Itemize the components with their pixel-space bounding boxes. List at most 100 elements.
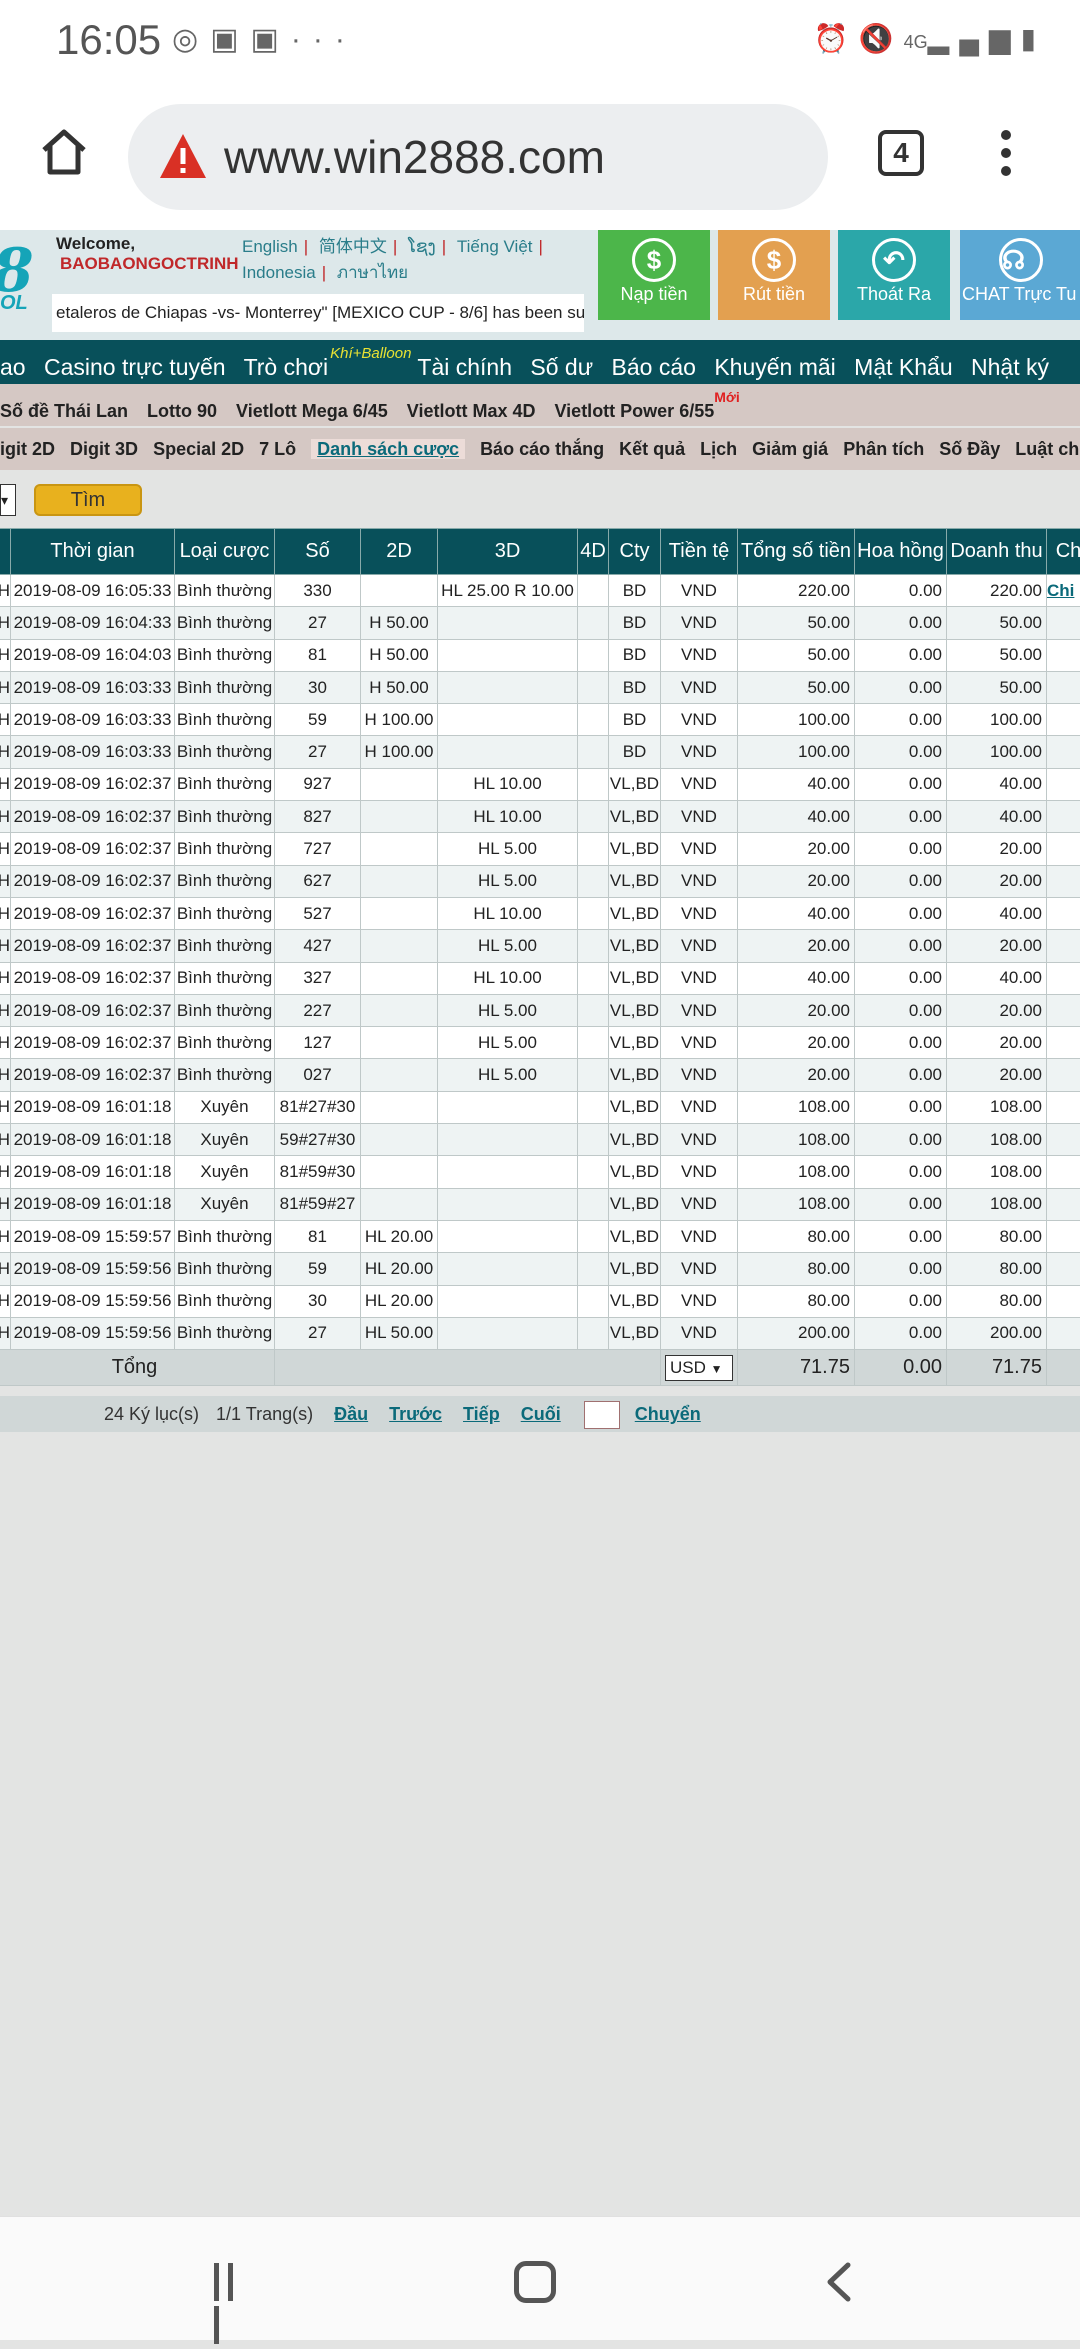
subnav-discount[interactable]: Giảm giá [752,439,828,459]
home-nav-icon[interactable] [514,2261,556,2303]
subnav-lotto-90[interactable]: Lotto 90 [147,401,217,421]
last-page-link[interactable]: Cuối [521,1404,561,1424]
subnav-win-report[interactable]: Báo cáo thắng [480,439,604,459]
back-arrow-icon: ↶ [872,238,916,282]
deposit-button[interactable]: $ Nạp tiền [598,230,710,320]
logout-button[interactable]: ↶ Thoát Ra [838,230,950,320]
language-links: English| 简体中文| ໂຊງ| Tiếng Việt| Indonesi… [242,234,582,286]
nav-item-password[interactable]: Mật Khẩu [854,354,952,380]
table-row: H2019-08-09 16:03:33Bình thường59H 100.0… [0,704,1080,736]
col-detail-cell [1047,607,1080,639]
col-3d-cell: HL 5.00 [438,833,578,865]
col-company-cell: VL,BD [609,1091,661,1123]
search-button[interactable]: Tìm [34,484,142,516]
nav-item-balance[interactable]: Số dư [530,354,593,380]
lottery-type-nav: Số đề Thái Lan Lotto 90 Vietlott Mega 6/… [0,384,1080,426]
nav-item-partial[interactable]: ao [0,354,26,380]
subnav-special-2d[interactable]: Special 2D [153,439,244,459]
col-4d-cell [578,1091,609,1123]
subnav-analysis[interactable]: Phân tích [843,439,924,459]
currency-select[interactable]: USD ▼ [665,1355,733,1381]
subnav-bet-list[interactable]: Danh sách cược [311,439,465,459]
subnav-7-lo[interactable]: 7 Lô [259,439,296,459]
subnav-power-655[interactable]: Vietlott Power 6/55 [555,401,715,421]
col-currency-cell: VND [661,801,738,833]
page-number-input[interactable] [584,1401,620,1429]
col-3d-cell [438,1156,578,1188]
col-time-cell: 2019-08-09 16:02:37 [11,994,175,1026]
col-3d-cell [438,1124,578,1156]
total-row: TổngUSD ▼71.750.0071.75 [0,1350,1080,1386]
col-commission-header: Hoa hồng [855,529,947,575]
new-badge: Mới [714,389,740,405]
subnav-full-numbers[interactable]: Số Đầy [939,439,1000,459]
lang-indonesia[interactable]: Indonesia [242,263,316,282]
filter-select[interactable]: ▾ [0,484,16,516]
nav-item-reports[interactable]: Báo cáo [612,354,696,380]
overflow-menu-icon[interactable] [996,130,1016,180]
col-company-cell: BD [609,639,661,671]
go-page-link[interactable]: Chuyển [635,1404,701,1424]
col-time-cell: 2019-08-09 16:02:37 [11,930,175,962]
col-4d-cell [578,704,609,736]
col-4d-cell [578,1220,609,1252]
col-turnover-cell: 108.00 [947,1124,1047,1156]
col-currency-cell: VND [661,1027,738,1059]
col-number-cell: 527 [275,897,361,929]
col-number-cell: 327 [275,962,361,994]
subnav-digit-2d[interactable]: igit 2D [0,439,55,459]
col-bet-type-cell: Bình thường [175,768,275,800]
subnav-results[interactable]: Kết quả [619,439,685,459]
detail-link[interactable]: Chi [1047,575,1080,607]
subnav-rules[interactable]: Luật chơi [1015,439,1080,459]
address-bar[interactable]: www.win2888.com [128,104,828,210]
site-header: 8 OL Welcome, BAOBAONGOCTRINH English| 简… [0,230,1080,340]
col-currency-cell: VND [661,1285,738,1317]
subnav-thai-lottery[interactable]: Số đề Thái Lan [0,401,128,421]
live-chat-button[interactable]: ☊ CHAT Trực Tu [960,230,1080,320]
home-icon[interactable] [38,126,90,178]
col-number-cell: 827 [275,801,361,833]
subnav-mega-645[interactable]: Vietlott Mega 6/45 [236,401,388,421]
col-partial-cell: H [0,575,11,607]
nav-item-promotions[interactable]: Khuyến mãi [714,354,835,380]
subnav-schedule[interactable]: Lịch [700,439,737,459]
nav-item-casino[interactable]: Casino trực tuyến [44,354,226,380]
subnav-max-4d[interactable]: Vietlott Max 4D [407,401,536,421]
subnav-digit-3d[interactable]: Digit 3D [70,439,138,459]
col-4d-cell [578,607,609,639]
col-currency-cell: VND [661,1188,738,1220]
tab-switcher-button[interactable]: 4 [878,130,924,176]
col-commission-cell: 0.00 [855,607,947,639]
nav-item-games[interactable]: Trò chơi [244,354,329,380]
col-currency-cell: VND [661,1059,738,1091]
nav-item-finance[interactable]: Tài chính [417,354,512,380]
col-3d-cell [438,704,578,736]
prev-page-link[interactable]: Trước [389,1404,442,1424]
col-detail-cell [1047,1317,1080,1349]
status-time: 16:05 [56,16,161,64]
lang-vietnamese[interactable]: Tiếng Việt [457,237,533,256]
next-page-link[interactable]: Tiếp [463,1404,500,1424]
back-icon[interactable] [824,2261,854,2303]
table-row: H2019-08-09 16:01:18Xuyên81#59#27VL,BDVN… [0,1188,1080,1220]
col-time-cell: 2019-08-09 15:59:56 [11,1285,175,1317]
col-3d-cell: HL 5.00 [438,865,578,897]
recents-icon[interactable] [214,2263,252,2303]
total-currency-cell: USD ▼ [661,1350,738,1386]
col-turnover-cell: 108.00 [947,1156,1047,1188]
dropdown-arrow-icon: ▾ [1,492,8,508]
warning-icon[interactable] [158,132,208,180]
col-detail-cell [1047,768,1080,800]
withdraw-button[interactable]: $ Rút tiền [718,230,830,320]
total-label: Tổng [0,1350,275,1386]
lang-chinese[interactable]: 简体中文 [319,237,387,256]
lang-thai[interactable]: ภาษาไทย [337,263,408,282]
first-page-link[interactable]: Đầu [334,1404,368,1424]
col-turnover-cell: 20.00 [947,833,1047,865]
nav-item-log[interactable]: Nhật ký [971,354,1049,380]
col-4d-cell [578,1188,609,1220]
lang-lao[interactable]: ໂຊງ [408,237,436,256]
col-2d-cell [361,930,438,962]
lang-english[interactable]: English [242,237,298,256]
